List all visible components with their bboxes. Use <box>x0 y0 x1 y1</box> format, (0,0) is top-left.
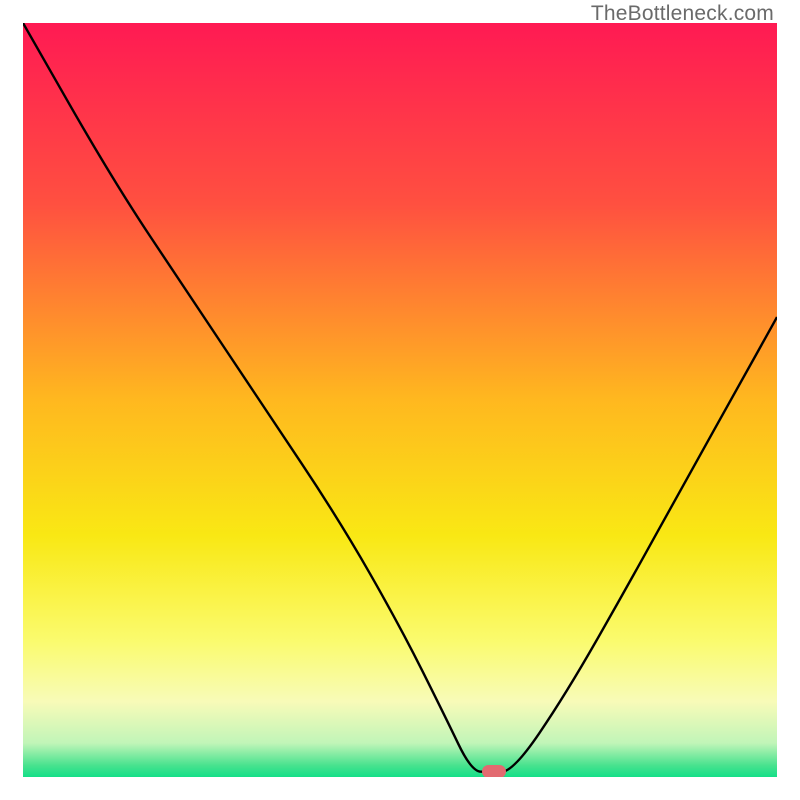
optimal-marker <box>482 765 506 777</box>
bottleneck-curve <box>23 23 777 772</box>
plot-area <box>23 23 777 777</box>
curve-layer <box>23 23 777 777</box>
chart-container: TheBottleneck.com <box>0 0 800 800</box>
